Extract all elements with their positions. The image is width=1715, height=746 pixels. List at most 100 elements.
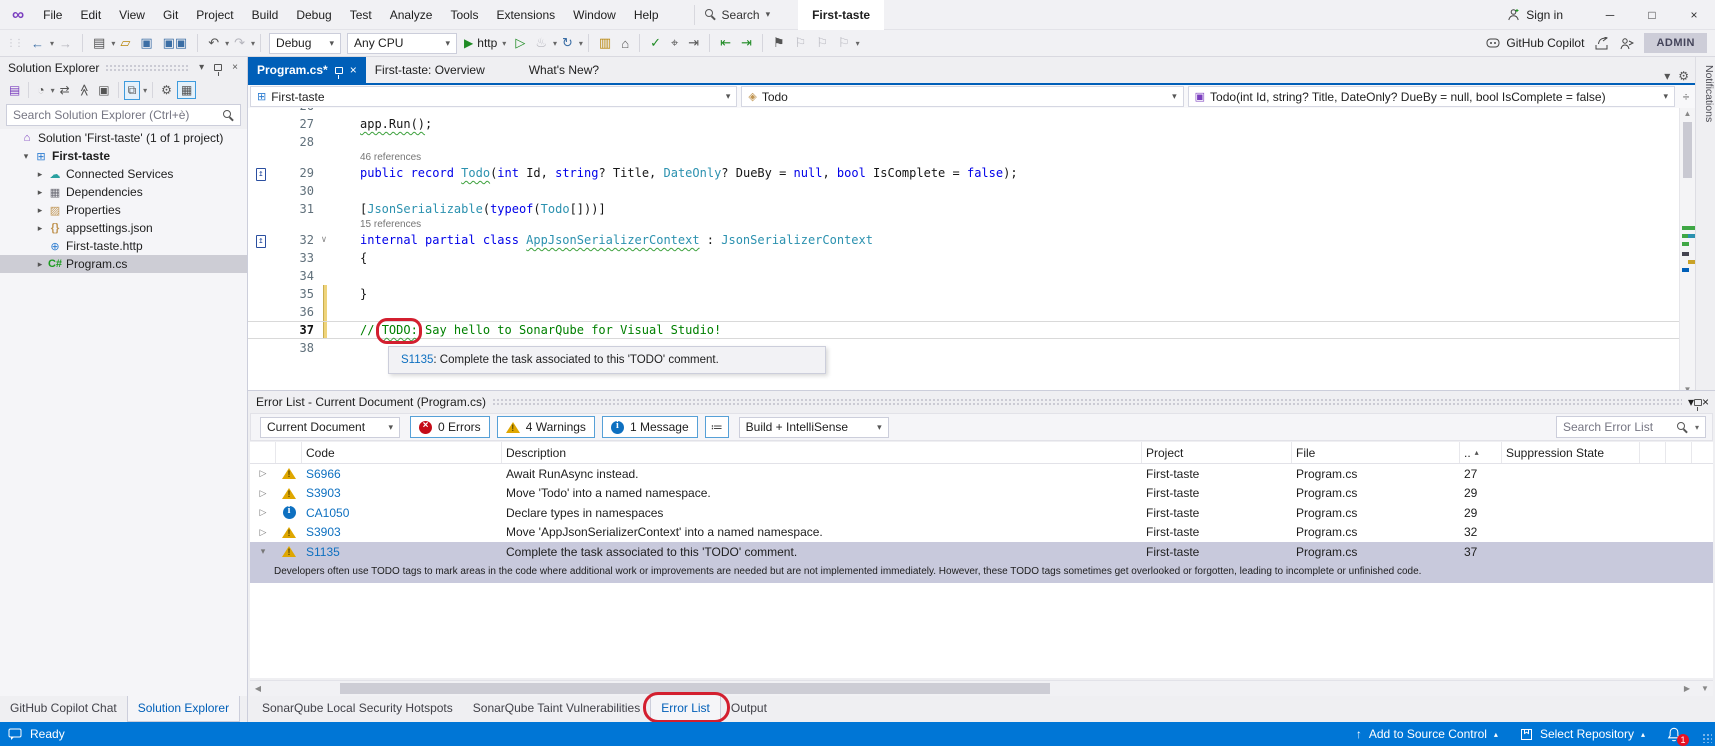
issue-source-dropdown[interactable]: Build + IntelliSense ▾ bbox=[739, 417, 889, 438]
start-without-debugging-button[interactable]: ▷ bbox=[511, 33, 529, 53]
open-file-button[interactable]: ▱ bbox=[116, 33, 134, 53]
scroll-up-icon[interactable]: ▲ bbox=[1680, 109, 1695, 118]
sign-in-button[interactable]: Sign in bbox=[1507, 8, 1563, 22]
solution-configuration-dropdown[interactable]: Debug▾ bbox=[269, 33, 341, 54]
tree-item-appsettings-json[interactable]: ▸{}appsettings.json bbox=[0, 219, 247, 237]
header-suppression-state[interactable]: Suppression State bbox=[1502, 442, 1640, 463]
tree-item-solution-first-taste-1-of-1-project-[interactable]: ⌂Solution 'First-taste' (1 of 1 project) bbox=[0, 129, 247, 147]
tab-github-copilot-chat[interactable]: GitHub Copilot Chat bbox=[0, 696, 127, 722]
share-icon[interactable] bbox=[1594, 37, 1609, 50]
maximize-button[interactable]: □ bbox=[1631, 4, 1673, 26]
error-list-horizontal-scrollbar[interactable]: ◀ ▶ ▼ bbox=[250, 680, 1713, 696]
scroll-right-icon[interactable]: ▶ bbox=[1679, 681, 1695, 696]
header-code[interactable]: Code bbox=[302, 442, 502, 463]
new-project-button[interactable]: ▤ bbox=[89, 33, 109, 53]
warnings-filter-button[interactable]: 4 Warnings bbox=[497, 416, 595, 438]
close-icon[interactable]: × bbox=[227, 62, 243, 73]
chevron-down-icon[interactable]: ▾ bbox=[856, 39, 860, 48]
codelens-references[interactable]: 15 references bbox=[248, 218, 1679, 231]
chevron-down-icon[interactable]: ▾ bbox=[225, 39, 229, 48]
scope-dropdown[interactable]: Current Document ▾ bbox=[260, 417, 400, 438]
error-row[interactable]: ▷S3903Move 'AppJsonSerializerContext' in… bbox=[250, 523, 1713, 543]
expander-icon[interactable]: ▸ bbox=[34, 223, 46, 234]
error-row[interactable]: ▷S3903Move 'Todo' into a named namespace… bbox=[250, 484, 1713, 504]
document-tab-program-cs-[interactable]: Program.cs*× bbox=[248, 57, 366, 83]
scrollbar-thumb[interactable] bbox=[340, 683, 1050, 694]
code-line[interactable]: ↥29public record Todo(int Id, string? Ti… bbox=[248, 164, 1679, 182]
rule-code-link[interactable]: S3903 bbox=[302, 525, 502, 539]
toolbar-grip[interactable]: ⋮⋮ bbox=[6, 38, 22, 49]
redo-button[interactable]: ↷ bbox=[230, 33, 249, 53]
fold-collapse-icon[interactable]: ∨ bbox=[321, 235, 326, 245]
pending-changes-filter-icon[interactable]: ◔ bbox=[34, 82, 47, 98]
chevron-down-icon[interactable]: ▾ bbox=[111, 39, 115, 48]
admin-account-badge[interactable]: ADMIN bbox=[1644, 33, 1707, 53]
error-row[interactable]: ▷S6966Await RunAsync instead.First-taste… bbox=[250, 464, 1713, 484]
chevron-down-icon[interactable]: ▾ bbox=[579, 39, 583, 48]
header-project[interactable]: Project bbox=[1142, 442, 1292, 463]
inheritance-margin-icon[interactable]: ↥ bbox=[256, 168, 265, 181]
rule-code-link[interactable]: S1135 bbox=[302, 545, 502, 559]
code-line[interactable]: 26 bbox=[248, 108, 1679, 115]
editor-vertical-scrollbar[interactable]: ▲ ▼ bbox=[1679, 108, 1695, 395]
save-button[interactable]: ▣ bbox=[136, 33, 156, 53]
switch-views-icon[interactable]: ▤ bbox=[6, 82, 23, 98]
tree-item-program-cs[interactable]: ▸C#Program.cs bbox=[0, 255, 247, 273]
add-to-source-control-button[interactable]: ↑ Add to Source Control ▴ bbox=[1356, 727, 1498, 741]
find-in-files-button[interactable]: ▥ bbox=[595, 33, 615, 53]
close-icon[interactable]: × bbox=[1702, 395, 1709, 409]
document-tab-first-taste-overview[interactable]: First-taste: Overview bbox=[366, 57, 494, 83]
tree-item-properties[interactable]: ▸▨Properties bbox=[0, 201, 247, 219]
chevron-down-icon[interactable]: ▾ bbox=[51, 86, 55, 95]
restart-button[interactable]: ↻ bbox=[558, 33, 577, 53]
menu-project[interactable]: Project bbox=[187, 4, 242, 26]
document-tab-what-s-new-[interactable]: What's New? bbox=[520, 57, 608, 83]
window-position-icon[interactable]: ▾ bbox=[194, 62, 209, 73]
menu-edit[interactable]: Edit bbox=[71, 4, 110, 26]
menu-extensions[interactable]: Extensions bbox=[487, 4, 564, 26]
solution-platform-dropdown[interactable]: Any CPU▾ bbox=[347, 33, 457, 54]
chevron-down-icon[interactable]: ▾ bbox=[251, 39, 255, 48]
rule-code-link[interactable]: S3903 bbox=[302, 486, 502, 500]
tree-item-dependencies[interactable]: ▸▦Dependencies bbox=[0, 183, 247, 201]
row-expander-icon[interactable]: ▷ bbox=[250, 468, 276, 479]
gear-icon[interactable]: ⚙ bbox=[1678, 69, 1689, 83]
project-dropdown[interactable]: ⊞ First-taste ▾ bbox=[250, 86, 737, 107]
menu-git[interactable]: Git bbox=[154, 4, 187, 26]
scroll-down-icon[interactable]: ▼ bbox=[1697, 681, 1713, 696]
tab-list-chevron-icon[interactable]: ▾ bbox=[1664, 69, 1670, 83]
expander-icon[interactable]: ▸ bbox=[34, 169, 46, 180]
code-line[interactable]: 27app.Run(); bbox=[248, 115, 1679, 133]
decrease-indent-button[interactable]: ⇤ bbox=[716, 33, 735, 53]
notifications-button[interactable]: 1 bbox=[1667, 727, 1681, 742]
tab-solution-explorer[interactable]: Solution Explorer bbox=[127, 696, 240, 722]
tab-output[interactable]: Output bbox=[721, 696, 777, 722]
menu-debug[interactable]: Debug bbox=[287, 4, 340, 26]
minimize-button[interactable]: ─ bbox=[1589, 4, 1631, 26]
code-line[interactable]: ↥32∨internal partial class AppJsonSerial… bbox=[248, 231, 1679, 249]
menu-test[interactable]: Test bbox=[341, 4, 381, 26]
rule-code-link[interactable]: CA1050 bbox=[302, 506, 502, 520]
tree-item-first-taste-http[interactable]: ⊕First-taste.http bbox=[0, 237, 247, 255]
panel-drag-handle[interactable] bbox=[105, 64, 188, 72]
menu-file[interactable]: File bbox=[34, 4, 71, 26]
error-row[interactable]: ▷CA1050Declare types in namespacesFirst-… bbox=[250, 503, 1713, 523]
code-line[interactable]: 37// TODO: Say hello to SonarQube for Vi… bbox=[248, 321, 1679, 339]
menu-help[interactable]: Help bbox=[625, 4, 668, 26]
code-line[interactable]: 28 bbox=[248, 133, 1679, 151]
clear-bookmarks-button[interactable]: ⚐ bbox=[834, 33, 854, 53]
hot-reload-button[interactable]: ♨ bbox=[531, 33, 551, 53]
menu-window[interactable]: Window bbox=[564, 4, 625, 26]
rule-code-link[interactable]: S6966 bbox=[302, 467, 502, 481]
code-line[interactable]: 36 bbox=[248, 303, 1679, 321]
chevron-down-icon[interactable]: ▾ bbox=[553, 39, 557, 48]
scroll-left-icon[interactable]: ◀ bbox=[250, 681, 266, 696]
menu-view[interactable]: View bbox=[110, 4, 154, 26]
tab-error-list[interactable]: Error List bbox=[650, 696, 721, 722]
expander-icon[interactable]: ▸ bbox=[34, 187, 46, 198]
previous-bookmark-button[interactable]: ⚐ bbox=[791, 33, 811, 53]
sync-namespaces-icon[interactable]: ⇄ bbox=[57, 82, 73, 98]
panel-drag-handle[interactable] bbox=[492, 398, 1682, 406]
header-description[interactable]: Description bbox=[502, 442, 1142, 463]
next-bookmark-button[interactable]: ⚐ bbox=[812, 33, 832, 53]
